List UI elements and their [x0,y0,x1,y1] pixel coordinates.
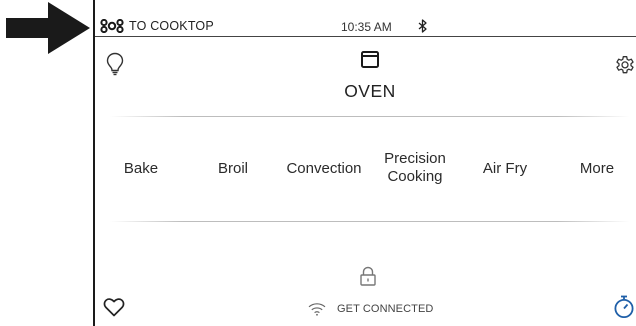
get-connected-label: GET CONNECTED [337,303,434,315]
mode-precision-cooking-line2: Cooking [387,168,443,185]
get-connected-button[interactable]: GET CONNECTED [308,302,433,316]
oven-control-panel: TO COOKTOP 10:35 AM OVEN Bake Broil Conv… [93,0,636,326]
bluetooth-icon [418,19,427,33]
mode-more[interactable]: More [549,160,636,178]
gear-icon[interactable] [613,53,636,77]
mode-air-fry[interactable]: Air Fry [457,160,553,178]
to-cooktop-button[interactable]: TO COOKTOP [100,19,214,33]
mode-precision-cooking[interactable]: Precision Cooking [367,150,463,186]
lightbulb-icon[interactable] [106,52,124,76]
cooktop-burners-icon [100,19,124,33]
divider-top [110,116,630,117]
timer-icon[interactable] [613,295,635,319]
page-title: OVEN [344,81,396,101]
clock-time: 10:35 AM [341,20,392,34]
oven-icon [361,51,379,68]
lock-icon[interactable] [359,266,377,286]
divider-bottom [110,221,630,222]
wifi-icon [308,303,326,316]
mode-bake[interactable]: Bake [93,160,189,178]
status-bar: TO COOKTOP 10:35 AM [95,17,636,37]
mode-convection[interactable]: Convection [276,160,372,178]
mode-precision-cooking-line1: Precision [384,150,446,167]
pointer-arrow-icon [6,2,90,54]
to-cooktop-label: TO COOKTOP [129,19,214,33]
mode-broil[interactable]: Broil [185,160,281,178]
heart-icon[interactable] [103,297,125,317]
